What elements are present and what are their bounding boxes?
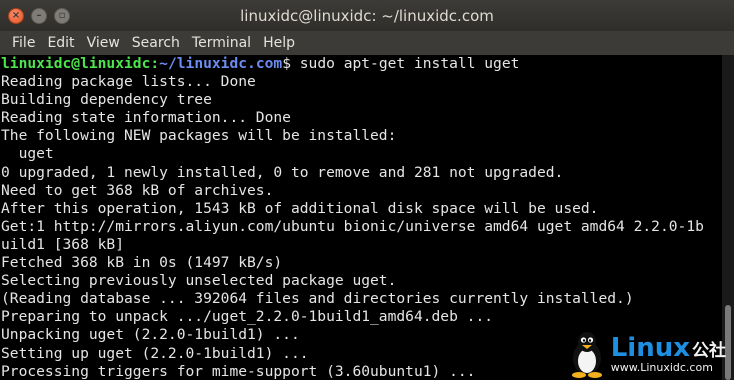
output-line: (Reading database ... 392064 files and d…	[1, 290, 634, 308]
minimize-icon: –	[36, 10, 42, 21]
output-line: Reading state information... Done	[1, 109, 291, 127]
prompt-symbol: $	[282, 55, 300, 72]
terminal-window: × – ▫ linuxidc@linuxidc: ~/linuxidc.com …	[0, 0, 734, 380]
prompt-line: linuxidc@linuxidc:~/linuxidc.com$ sudo a…	[1, 55, 722, 73]
title-bar[interactable]: × – ▫ linuxidc@linuxidc: ~/linuxidc.com	[0, 0, 734, 31]
prompt-separator: :	[150, 55, 160, 72]
menu-help[interactable]: Help	[257, 35, 301, 51]
output-line: uild1 [368 kB]	[1, 235, 125, 253]
output-line: Reading package lists... Done	[1, 73, 256, 91]
output-line: The following NEW packages will be insta…	[1, 127, 397, 145]
menu-edit[interactable]: Edit	[41, 35, 80, 51]
output-line: Get:1 http://mirrors.aliyun.com/ubuntu b…	[1, 217, 704, 235]
watermark-logo: Linux 公社 www.Linuxidc.com	[567, 330, 726, 378]
output-line: Selecting previously unselected package …	[1, 272, 397, 290]
close-button[interactable]: ×	[8, 8, 24, 24]
tux-penguin-icon	[571, 332, 602, 378]
maximize-button[interactable]: ▫	[54, 8, 70, 24]
minimize-button[interactable]: –	[31, 8, 47, 24]
output-line: After this operation, 1543 kB of additio…	[1, 199, 599, 217]
prompt-path: ~/linuxidc.com	[159, 55, 283, 72]
watermark-url: www.Linuxidc.com	[610, 361, 713, 374]
menu-terminal[interactable]: Terminal	[186, 35, 257, 51]
output-line: Need to get 368 kB of archives.	[1, 181, 274, 199]
menu-bar: File Edit View Search Terminal Help	[0, 31, 734, 55]
output-line: Building dependency tree	[1, 91, 212, 109]
close-icon: ×	[11, 10, 21, 21]
menu-view[interactable]: View	[81, 35, 126, 51]
prompt-user: linuxidc@linuxidc	[1, 55, 151, 72]
menu-file[interactable]: File	[6, 35, 41, 51]
output-line: Preparing to unpack .../uget_2.2.0-1buil…	[1, 308, 494, 326]
maximize-icon: ▫	[58, 10, 66, 21]
watermark-brand-cn: 公社	[692, 341, 726, 361]
watermark-brand: Linux	[610, 333, 690, 363]
output-line: Fetched 368 kB in 0s (1497 kB/s)	[1, 254, 283, 272]
output-line: uget	[1, 145, 54, 163]
window-title: linuxidc@linuxidc: ~/linuxidc.com	[240, 6, 494, 25]
command-text: sudo apt-get install uget	[299, 55, 520, 72]
output-line: 0 upgraded, 1 newly installed, 0 to remo…	[1, 163, 564, 181]
menu-search[interactable]: Search	[126, 35, 186, 51]
